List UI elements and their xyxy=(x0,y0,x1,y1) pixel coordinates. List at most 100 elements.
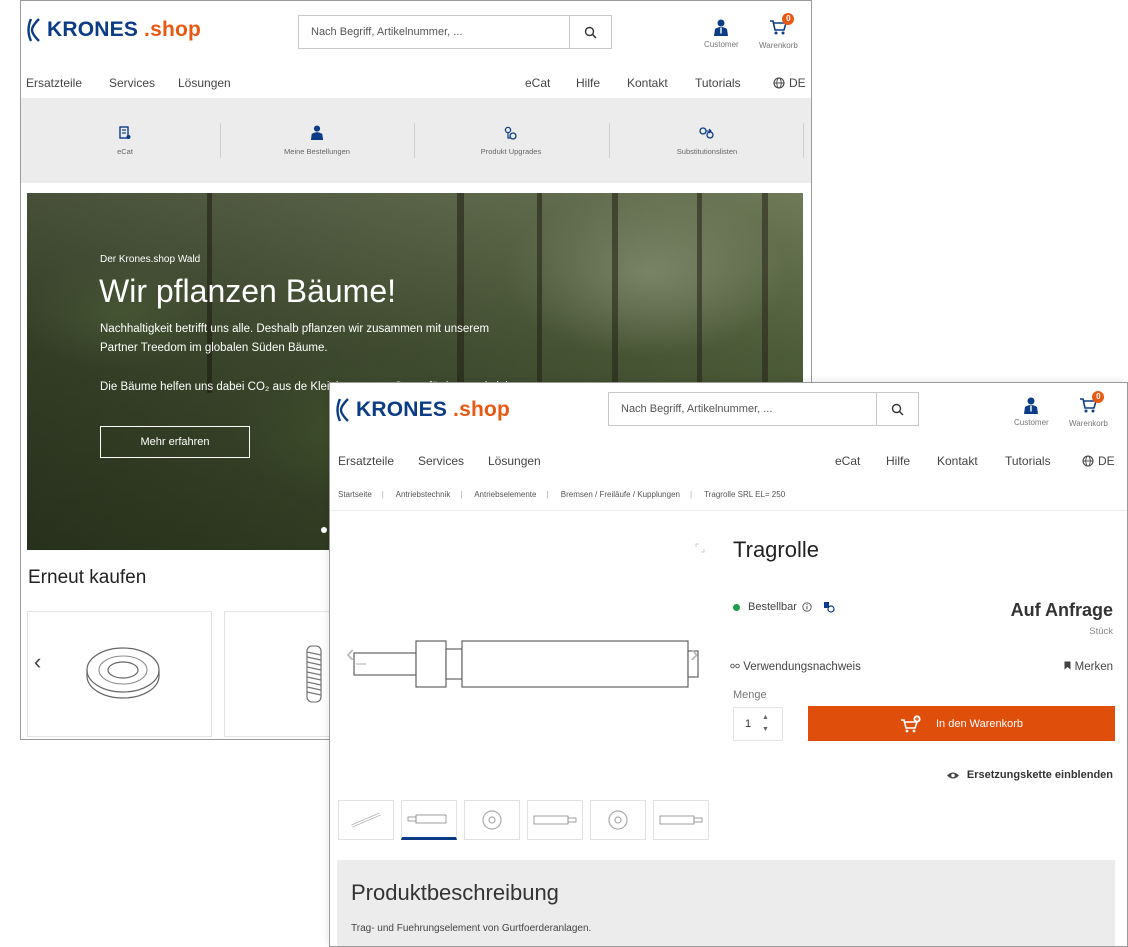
cart-count-badge: 0 xyxy=(782,13,795,25)
logo-brand-text: KRONES xyxy=(47,18,139,41)
availability-label: Bestellbar xyxy=(748,601,797,613)
breadcrumb-item[interactable]: Antriebselemente xyxy=(474,490,536,499)
nav-item-hilfe[interactable]: Hilfe xyxy=(886,454,910,468)
quantity-value[interactable]: 1 xyxy=(734,718,762,730)
link-icon xyxy=(730,663,740,669)
nav-item-loesungen[interactable]: Lösungen xyxy=(178,76,231,90)
krones-mark-icon xyxy=(27,18,40,42)
info-icon[interactable] xyxy=(802,602,812,612)
usage-link[interactable]: Verwendungsnachweis xyxy=(730,661,861,673)
gallery-next-button[interactable]: › xyxy=(690,638,699,669)
krones-shop-logo[interactable]: KRONES .shop xyxy=(25,17,201,43)
expand-icon[interactable] xyxy=(695,543,705,553)
quicklink-produkt-upgrades[interactable]: Produkt Upgrades xyxy=(451,98,571,183)
language-switch[interactable]: DE xyxy=(1082,454,1115,468)
bookmark-icon xyxy=(1064,661,1071,670)
language-switch[interactable]: DE xyxy=(773,76,806,90)
add-to-cart-label: In den Warenkorb xyxy=(935,717,1024,730)
main-nav: Ersatzteile Services Lösungen eCat Hilfe… xyxy=(21,76,811,96)
delivery-info-icon[interactable] xyxy=(823,601,835,613)
cart-count-badge: 0 xyxy=(1092,391,1105,403)
hero-title: Wir pflanzen Bäume! xyxy=(99,273,397,309)
chevron-up-icon[interactable]: ▲ xyxy=(762,712,769,724)
customer-label: Customer xyxy=(704,40,739,49)
carousel-dot[interactable] xyxy=(321,527,327,533)
thumbnail-image xyxy=(533,815,577,825)
rebuy-product-card[interactable] xyxy=(27,611,212,737)
search-icon xyxy=(891,403,904,416)
rebuy-section-title: Erneut kaufen xyxy=(28,567,147,588)
krones-mark-icon xyxy=(336,398,349,422)
quicklink-label: Substitutionslisten xyxy=(676,146,738,156)
gallery-thumbnail[interactable] xyxy=(653,800,709,840)
customer-account-button[interactable]: Customer xyxy=(1014,397,1049,427)
product-title: Tragrolle xyxy=(733,537,819,562)
watchlist-link-label: Merken xyxy=(1074,661,1113,673)
nav-item-hilfe[interactable]: Hilfe xyxy=(576,76,600,90)
breadcrumb-item[interactable]: Antriebstechnik xyxy=(396,490,451,499)
nav-item-ecat[interactable]: eCat xyxy=(525,76,550,90)
language-label: DE xyxy=(789,76,806,90)
gallery-thumbnail-active[interactable] xyxy=(401,800,457,840)
replacement-chain-toggle[interactable]: Ersetzungskette einblenden xyxy=(946,769,1113,781)
quicklink-label: Meine Bestellungen xyxy=(284,147,350,156)
gallery-thumbnail[interactable] xyxy=(590,800,646,840)
watchlist-link[interactable]: Merken xyxy=(1064,661,1113,673)
customer-label: Customer xyxy=(1014,418,1049,427)
quicklink-divider xyxy=(220,123,221,158)
nav-item-ersatzteile[interactable]: Ersatzteile xyxy=(26,76,82,90)
quicklink-substitutionslisten[interactable]: Substitutionslisten xyxy=(647,98,767,183)
user-icon xyxy=(714,19,729,36)
nav-item-ecat[interactable]: eCat xyxy=(835,454,860,468)
language-label: DE xyxy=(1098,454,1115,468)
quicklink-divider xyxy=(414,123,415,158)
globe-icon xyxy=(1082,455,1094,467)
cart-button[interactable]: 0 Warenkorb xyxy=(759,13,798,50)
breadcrumb-item[interactable]: Bremsen / Freiläufe / Kupplungen xyxy=(561,490,680,499)
quicklink-meine-bestellungen[interactable]: Meine Bestellungen xyxy=(257,98,377,183)
breadcrumb-item-current: Tragrolle SRL EL= 250 xyxy=(704,490,786,499)
thumbnail-image xyxy=(608,810,628,830)
nav-item-kontakt[interactable]: Kontakt xyxy=(937,454,978,468)
thumbnail-image xyxy=(659,815,703,825)
thumbnail-image xyxy=(351,812,381,828)
nav-item-tutorials[interactable]: Tutorials xyxy=(1005,454,1051,468)
chevron-left-icon[interactable]: ‹ xyxy=(34,649,41,675)
main-nav: Ersatzteile Services Lösungen eCat Hilfe… xyxy=(330,454,1127,474)
availability-status: Bestellbar xyxy=(733,601,835,613)
nav-item-kontakt[interactable]: Kontakt xyxy=(627,76,668,90)
customer-account-button[interactable]: Customer xyxy=(704,19,739,49)
add-to-cart-button[interactable]: In den Warenkorb xyxy=(808,706,1115,741)
cart-button[interactable]: 0 Warenkorb xyxy=(1069,391,1108,428)
product-description-section: Produktbeschreibung Trag- und Fuehrungse… xyxy=(337,860,1115,946)
search-button[interactable] xyxy=(569,16,611,48)
quantity-stepper[interactable]: 1 ▲ ▼ xyxy=(733,707,783,741)
nav-item-services[interactable]: Services xyxy=(109,76,155,90)
quantity-label: Menge xyxy=(733,689,767,701)
hero-more-button[interactable]: Mehr erfahren xyxy=(100,426,250,458)
gallery-thumbnail[interactable] xyxy=(527,800,583,840)
quicklink-divider xyxy=(609,123,610,158)
krones-shop-logo[interactable]: KRONES .shop xyxy=(334,397,510,423)
logo-suffix-text: .shop xyxy=(453,398,511,421)
nav-item-loesungen[interactable]: Lösungen xyxy=(488,454,541,468)
quicklink-ecat[interactable]: eCat xyxy=(75,98,175,183)
gallery-prev-button[interactable]: ‹ xyxy=(346,638,355,669)
search-input[interactable] xyxy=(609,393,876,425)
thumbnail-image xyxy=(482,810,502,830)
add-to-cart-icon xyxy=(900,714,921,732)
gallery-thumbnail[interactable] xyxy=(464,800,520,840)
search-button[interactable] xyxy=(876,393,918,425)
nav-item-ersatzteile[interactable]: Ersatzteile xyxy=(338,454,394,468)
breadcrumb-item[interactable]: Startseite xyxy=(338,490,372,499)
gallery-thumbnail[interactable] xyxy=(338,800,394,840)
upgrade-icon xyxy=(504,126,517,140)
nav-item-services[interactable]: Services xyxy=(418,454,464,468)
logo-suffix-text: .shop xyxy=(144,18,202,41)
cart-label: Warenkorb xyxy=(1069,419,1108,428)
chevron-down-icon[interactable]: ▼ xyxy=(762,724,769,736)
hero-eyebrow: Der Krones.shop Wald xyxy=(100,254,201,265)
search-input[interactable] xyxy=(299,16,569,48)
nav-item-tutorials[interactable]: Tutorials xyxy=(695,76,741,90)
price-value: Auf Anfrage xyxy=(1010,600,1113,620)
